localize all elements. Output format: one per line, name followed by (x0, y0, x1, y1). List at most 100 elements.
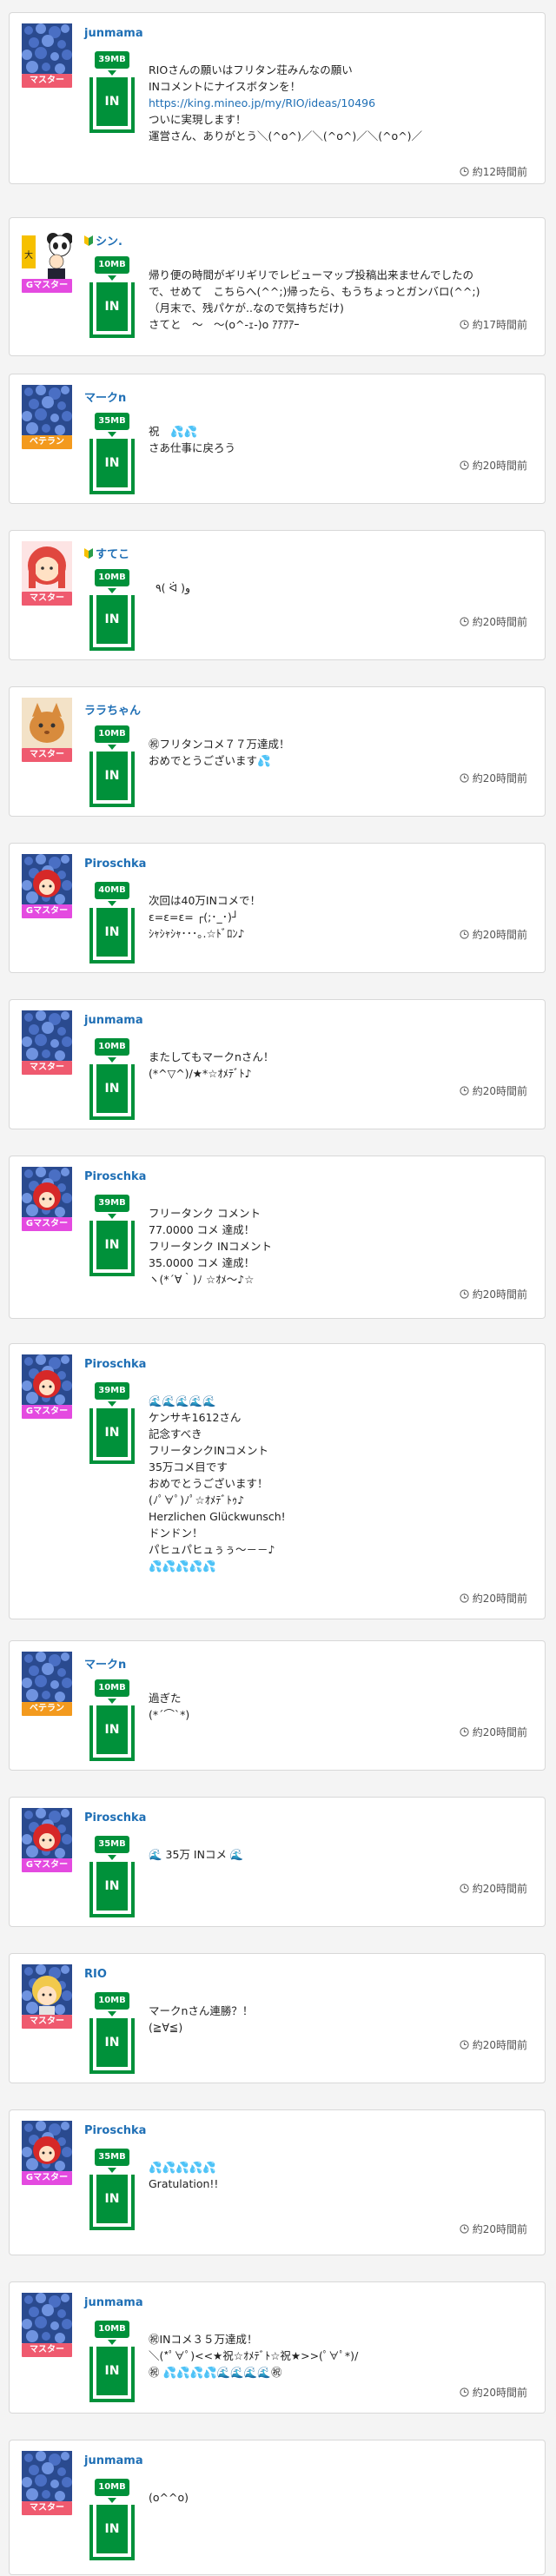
comment-line: 💦💦💦💦💦 (149, 2161, 216, 2174)
username-link[interactable]: Piroschka (84, 2124, 146, 2137)
username-link[interactable]: Piroschka (84, 1170, 146, 1183)
in-label: IN (96, 595, 128, 644)
username-link[interactable]: RIO (84, 1968, 107, 1981)
clock-icon (460, 1884, 469, 1893)
comment-card: マスター junmama 10MB IN またしてもマークnさん！ (*^▽^)/★*☆ｵ… (9, 999, 546, 1129)
tank-in-icon: IN (89, 1408, 135, 1464)
username-link[interactable]: すてこ (84, 545, 129, 561)
comment-line: 記念すべき (149, 1427, 202, 1440)
username-text: シン. (96, 235, 122, 248)
comment-link[interactable]: https://king.mineo.jp/my/RIO/ideas/10496 (149, 95, 527, 111)
comment-line: Gratulation!! (149, 2177, 219, 2190)
username-link[interactable]: junmama (84, 2454, 143, 2467)
mb-amount-badge: 35MB (95, 413, 129, 430)
comment-line: 過ぎた (149, 1692, 182, 1705)
username-link[interactable]: Piroschka (84, 1811, 146, 1824)
user-avatar[interactable] (22, 1010, 72, 1061)
in-label: IN (96, 1221, 128, 1269)
comment-line: (≧∀≦) (149, 2021, 183, 2034)
comment-line: フリータンク INコメント (149, 1240, 273, 1253)
down-arrow-icon (108, 901, 116, 906)
rank-badge: ベテラン (22, 435, 72, 449)
username-link[interactable]: マークn (84, 388, 126, 405)
comment-line: Herzlichen Glückwunsch! (149, 1510, 286, 1523)
mb-amount-badge: 39MB (95, 1382, 129, 1400)
comment-line: ドンドン！ (149, 1526, 203, 1540)
mb-amount-badge: 10MB (95, 1679, 129, 1697)
down-arrow-icon (108, 1855, 116, 1860)
comment-line: (ﾉﾟ∀ﾟ)ﾉﾟ☆ｵﾒﾃﾞﾄｩ♪ (149, 1493, 245, 1507)
down-arrow-icon (108, 1057, 116, 1063)
comment-line: ㊗INコメ３５万達成！ (149, 2333, 258, 2346)
username-link[interactable]: junmama (84, 1014, 143, 1027)
comment-line: 💦💦💦💦💦 (149, 1560, 216, 1573)
comment-card: マスター junmama 39MB IN RIOさんの願いはフリタン荘みんなの願い INコ… (9, 12, 546, 184)
comment-line: またしてもマークnさん！ (149, 1050, 275, 1063)
in-label: IN (96, 2347, 128, 2395)
mb-amount-badge: 10MB (95, 725, 129, 743)
comment-line: 🌊 35万 INコメ 🌊 (149, 1848, 244, 1861)
comment-feed: マスター junmama 39MB IN RIOさんの願いはフリタン荘みんなの願い INコ… (0, 0, 556, 2576)
comment-body: フリータンク コメント 77.0000 コメ 達成！ フリータンク INコメント 35… (149, 1205, 527, 1288)
rank-badge: Gマスター (22, 1217, 72, 1231)
user-avatar[interactable] (22, 1167, 72, 1217)
comment-body: またしてもマークnさん！ (*^▽^)/★*☆ｵﾒﾃﾞﾄ♪ (149, 1049, 527, 1082)
tank-in-icon: IN (89, 908, 135, 964)
rank-badge: Gマスター (22, 2171, 72, 2185)
comment-line: INコメントにナイスボタンを！ (149, 80, 301, 93)
user-avatar[interactable] (22, 1808, 72, 1858)
comment-line: 次回は40万INコメで！ (149, 894, 261, 907)
tank-in-icon: IN (89, 1221, 135, 1276)
username-link[interactable]: マークn (84, 1655, 126, 1672)
comment-body: マークnさん連勝？！ (≧∀≦) (149, 2003, 527, 2036)
comment-body: ㊗フリタンコメ７７万達成！ おめでとうございます💦 (149, 736, 527, 769)
comment-card: Gマスター Piroschka 39MB IN フリータンク コメント 77.0000 コ… (9, 1156, 546, 1319)
user-avatar[interactable] (22, 854, 72, 904)
down-arrow-icon (108, 2498, 116, 2503)
timestamp-text: 約20時間前 (472, 2039, 527, 2051)
comment-line: 運営さん、ありがとう＼(^o^)／＼(^o^)／＼(^o^)／ (149, 129, 423, 142)
clock-icon (460, 2224, 469, 2234)
comment-line: で、せめて こちらへ(^^;)帰ったら、もうちょっとガンバロ(^^;) (149, 285, 480, 298)
user-avatar[interactable]: 大 (22, 228, 72, 279)
comment-line: ㊗ 💦💦💦💦🌊🌊🌊🌊㊗ (149, 2366, 282, 2379)
user-avatar[interactable] (22, 1354, 72, 1405)
user-avatar[interactable] (22, 385, 72, 435)
clock-icon (460, 1289, 469, 1299)
in-label: IN (96, 1408, 128, 1457)
user-avatar[interactable] (22, 2293, 72, 2343)
user-avatar[interactable] (22, 541, 72, 592)
comment-line: ε=ε=ε= ┌(;･_･)┘ (149, 911, 239, 924)
username-text: junmama (84, 27, 143, 40)
user-avatar[interactable] (22, 2451, 72, 2501)
comment-line: マークnさん連勝？！ (149, 2004, 254, 2017)
comment-line: ついに実現します！ (149, 113, 247, 126)
tank-in-icon: IN (89, 1705, 135, 1761)
comment-card: マスター junmama 10MB IN (o^^o) (9, 2440, 546, 2575)
timestamp: 約20時間前 (460, 1287, 527, 1301)
username-link[interactable]: シン. (84, 232, 122, 248)
mb-amount-badge: 40MB (95, 882, 129, 899)
down-arrow-icon (108, 2011, 116, 2016)
user-avatar[interactable] (22, 1652, 72, 1702)
user-avatar[interactable] (22, 1964, 72, 2015)
username-link[interactable]: Piroschka (84, 858, 146, 871)
user-avatar[interactable] (22, 2121, 72, 2171)
comment-line: フリータンク コメント (149, 1207, 261, 1220)
tank-in-icon: IN (89, 77, 135, 133)
comment-line: さあ仕事に戻ろう (149, 441, 236, 454)
rank-badge: マスター (22, 2501, 72, 2515)
user-avatar[interactable] (22, 698, 72, 748)
top-spacer (0, 0, 556, 3)
username-link[interactable]: ララちゃん (84, 701, 141, 718)
username-link[interactable]: Piroschka (84, 1358, 146, 1371)
comment-card: マスター すてこ 10MB IN ٩( ᐛ )و 約20時間前 (9, 530, 546, 660)
user-avatar[interactable] (22, 23, 72, 74)
timestamp: 約20時間前 (460, 771, 527, 785)
comment-body: (o^^o) (149, 2489, 527, 2506)
down-arrow-icon (108, 275, 116, 281)
username-link[interactable]: junmama (84, 27, 143, 40)
timestamp-text: 約20時間前 (472, 1883, 527, 1895)
rank-badge: マスター (22, 2343, 72, 2357)
username-link[interactable]: junmama (84, 2296, 143, 2309)
